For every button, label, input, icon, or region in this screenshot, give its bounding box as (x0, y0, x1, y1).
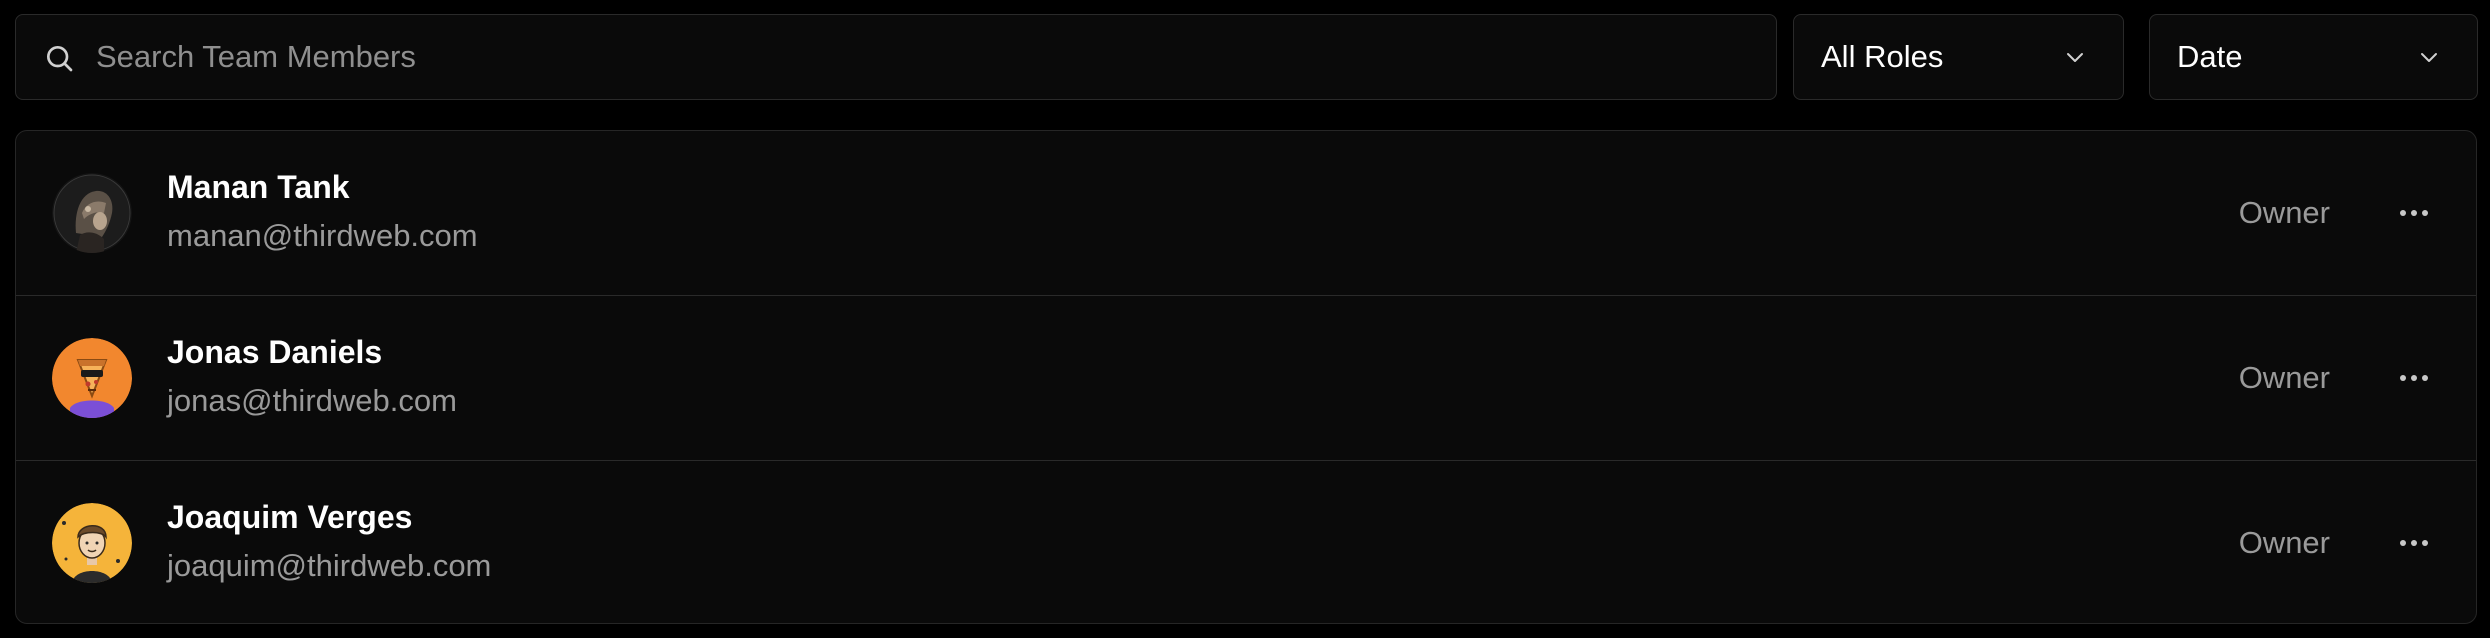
member-name: Jonas Daniels (167, 334, 383, 370)
member-role: Owner (2238, 195, 2330, 230)
member-email: joaquim@thirdweb.com (167, 548, 492, 583)
role-filter-value: All Roles (1821, 39, 1944, 74)
team-filters-bar: All Roles Date (15, 14, 2478, 102)
search-icon (43, 42, 75, 74)
member-role: Owner (2238, 525, 2330, 560)
avatar (52, 503, 132, 583)
dark-helmet-avatar (52, 173, 132, 253)
chevron-down-icon (2063, 45, 2087, 69)
member-name: Joaquim Verges (167, 499, 413, 535)
more-horizontal-icon (2400, 540, 2428, 546)
member-email: manan@thirdweb.com (167, 218, 478, 253)
member-actions-button[interactable] (2390, 358, 2438, 398)
member-role: Owner (2238, 360, 2330, 395)
avatar (52, 338, 132, 418)
more-horizontal-icon (2400, 375, 2428, 381)
orange-pizza-avatar (52, 338, 132, 418)
sort-select[interactable]: Date (2149, 14, 2478, 100)
member-row: Jonas Daniels jonas@thirdweb.com Owner (16, 296, 2476, 461)
member-actions-button[interactable] (2390, 193, 2438, 233)
more-horizontal-icon (2400, 210, 2428, 216)
role-filter-select[interactable]: All Roles (1793, 14, 2124, 100)
avatar (52, 173, 132, 253)
member-name: Manan Tank (167, 169, 350, 205)
member-row: Joaquim Verges joaquim@thirdweb.com Owne… (16, 461, 2476, 623)
cartoon-man-avatar (52, 503, 132, 583)
sort-select-value: Date (2177, 39, 2243, 74)
search-box[interactable] (15, 14, 1777, 100)
member-row: Manan Tank manan@thirdweb.com Owner (16, 131, 2476, 296)
search-input[interactable] (96, 15, 1756, 99)
team-members-list: Manan Tank manan@thirdweb.com Owner Jona… (15, 130, 2477, 624)
member-actions-button[interactable] (2390, 523, 2438, 563)
chevron-down-icon (2417, 45, 2441, 69)
member-email: jonas@thirdweb.com (167, 383, 457, 418)
